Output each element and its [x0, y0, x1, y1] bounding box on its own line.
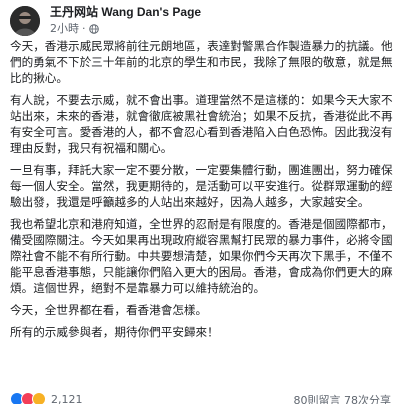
meta-separator: ·	[82, 22, 86, 35]
globe-icon[interactable]	[88, 24, 99, 34]
post-paragraph: 一旦有事，拜託大家一定不要分散，一定要集體行動，團進團出，努力確保每一個人安全。…	[10, 163, 393, 209]
post-paragraph: 今天，香港示威民眾將前往元朗地區，表達對警黑合作製造暴力的抗議。他們的勇氣不下於…	[10, 39, 393, 85]
timestamp-row: 2小時 ·	[50, 22, 201, 36]
post-paragraph: 有人說，不要去示威，就不會出事。道理當然不是這樣的：如果今天大家不站出來，未來的…	[10, 93, 393, 155]
reactions-summary[interactable]: 2,121	[10, 392, 83, 404]
post-paragraph: 我也希望北京和港府知道，全世界的忍耐是有限度的。香港是個國際都市，備受國際關注。…	[10, 217, 393, 295]
wow-reaction-icon	[32, 392, 46, 404]
post-paragraph: 今天，全世界都在看，看香港會怎樣。	[10, 303, 208, 317]
avatar-portrait-icon	[10, 6, 40, 36]
post-footer: 2,121 80則留言 78次分享	[0, 392, 403, 404]
post-meta: 王丹网站 Wang Dan's Page 2小時 ·	[50, 4, 201, 36]
post-body: 今天，香港示威民眾將前往元朗地區，表達對警黑合作製造暴力的抗議。他們的勇氣不下於…	[10, 38, 398, 346]
post-header: 王丹网站 Wang Dan's Page 2小時 ·	[10, 4, 201, 38]
page-avatar[interactable]	[10, 6, 40, 36]
reaction-count: 2,121	[51, 392, 83, 404]
comments-shares-count[interactable]: 80則留言 78次分享	[294, 392, 392, 404]
post-paragraph: 所有的示威參與者，期待你們平安歸來！	[10, 325, 219, 339]
page-name-link[interactable]: 王丹网站 Wang Dan's Page	[50, 5, 201, 20]
facebook-post: 王丹网站 Wang Dan's Page 2小時 · 今天，香港示威民眾將前往元…	[0, 0, 403, 404]
post-timestamp[interactable]: 2小時	[50, 22, 79, 36]
